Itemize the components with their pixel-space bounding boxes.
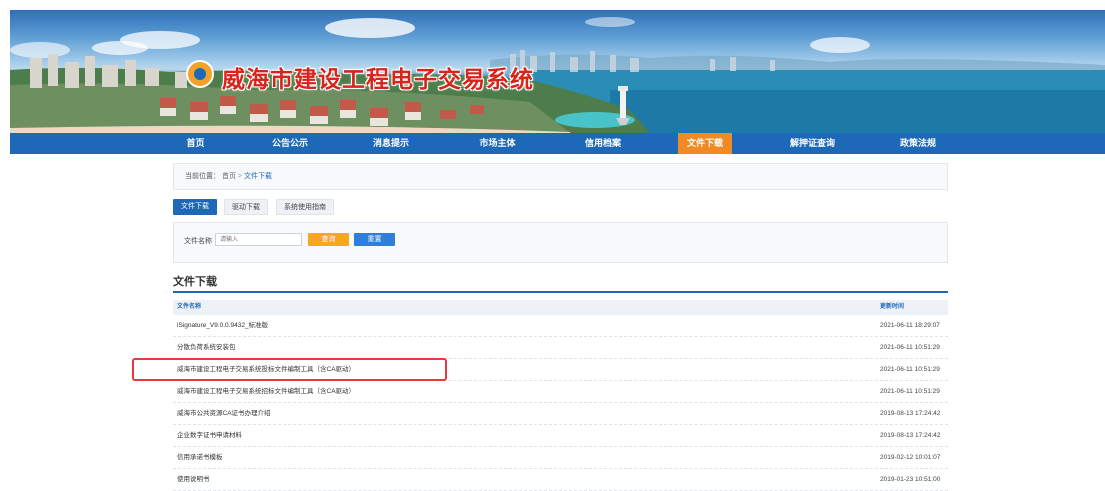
breadcrumb-separator: > [237,173,242,180]
table-row[interactable]: 使用说明书 2019-01-23 10:51:00 [173,469,948,491]
nav-item-home[interactable]: 首页 [168,133,223,154]
file-name-link[interactable]: 企业数字证书申请材料 [177,425,242,446]
header-file-name: 文件名称 [177,304,202,310]
file-name-link[interactable]: 使用说明书 [177,469,210,490]
city-skyline-image [10,17,1105,133]
file-name-link[interactable]: 威海市建设工程电子交易系统招标文件编制工具（含CA驱动） [177,381,355,402]
update-time: 2019-01-23 10:51:00 [880,476,941,483]
nav-item-messages[interactable]: 消息提示 [361,133,421,154]
header-banner: 威海市建设工程电子交易系统 [10,10,1105,133]
main-nav: 首页 公告公示 消息提示 市场主体 信用档案 文件下载 解押证查询 政策法规 [10,133,1105,154]
update-time: 2021-06-11 10:51:29 [880,366,940,373]
nav-item-policies[interactable]: 政策法规 [888,133,948,154]
update-time: 2021-06-11 10:51:29 [880,388,940,395]
section-title: 文件下载 [173,276,217,288]
update-time: 2019-08-13 17:24:42 [880,432,941,439]
file-name-link[interactable]: 威海市公共资源CA证书办理介绍 [177,403,271,424]
section-divider [173,291,948,293]
table-row[interactable]: 分散负荷系统安装包 2021-06-11 10:51:29 [173,337,948,359]
table-row[interactable]: 信用承诺书模板 2019-02-12 10:01:07 [173,447,948,469]
file-name-label: 文件名称 [184,238,212,245]
table-row[interactable]: 威海市建设工程电子交易系统招标文件编制工具（含CA驱动） 2021-06-11 … [173,381,948,403]
site-title: 威海市建设工程电子交易系统 [222,66,534,92]
file-name-link[interactable]: iSignature_V9.0.0.9432_标准版 [177,315,268,336]
search-panel: 文件名称 查询 重置 [173,222,948,263]
file-name-input[interactable] [215,233,302,246]
update-time: 2019-02-12 10:01:07 [880,454,941,461]
nav-item-mortgage-query[interactable]: 解押证查询 [780,133,845,154]
nav-item-market[interactable]: 市场主体 [470,133,525,154]
breadcrumb-prefix: 当前位置： [185,173,220,180]
nav-item-credit[interactable]: 信用档案 [573,133,633,154]
nav-item-downloads[interactable]: 文件下载 [678,133,732,154]
update-time: 2021-06-11 10:51:29 [880,344,940,351]
update-time: 2019-08-13 17:24:42 [880,410,941,417]
tab-driver-download[interactable]: 驱动下载 [224,199,268,215]
file-name-link[interactable]: 分散负荷系统安装包 [177,337,236,358]
table-row[interactable]: 企业数字证书申请材料 2019-08-13 17:24:42 [173,425,948,447]
tab-file-download[interactable]: 文件下载 [173,199,217,215]
file-name-link[interactable]: 信用承诺书模板 [177,447,223,468]
highlight-annotation [132,358,447,381]
table-row[interactable]: iSignature_V9.0.0.9432_标准版 2021-06-11 18… [173,315,948,337]
breadcrumb-home[interactable]: 首页 [222,173,236,180]
breadcrumb: 当前位置： 首页 > 文件下载 [173,163,948,190]
tab-system-guide[interactable]: 系统使用指南 [276,199,334,215]
breadcrumb-current: 文件下载 [243,173,272,180]
table-row[interactable]: 威海市公共资源CA证书办理介绍 2019-08-13 17:24:42 [173,403,948,425]
update-time: 2021-06-11 18:29:07 [880,322,940,329]
search-button[interactable]: 查询 [308,233,349,246]
reset-button[interactable]: 重置 [354,233,395,246]
nav-item-announcements[interactable]: 公告公示 [260,133,320,154]
shield-logo-icon [186,60,214,88]
header-update-time: 更新时间 [880,304,905,310]
table-header: 文件名称 更新时间 [173,300,948,315]
file-table: 文件名称 更新时间 iSignature_V9.0.0.9432_标准版 202… [173,300,948,491]
